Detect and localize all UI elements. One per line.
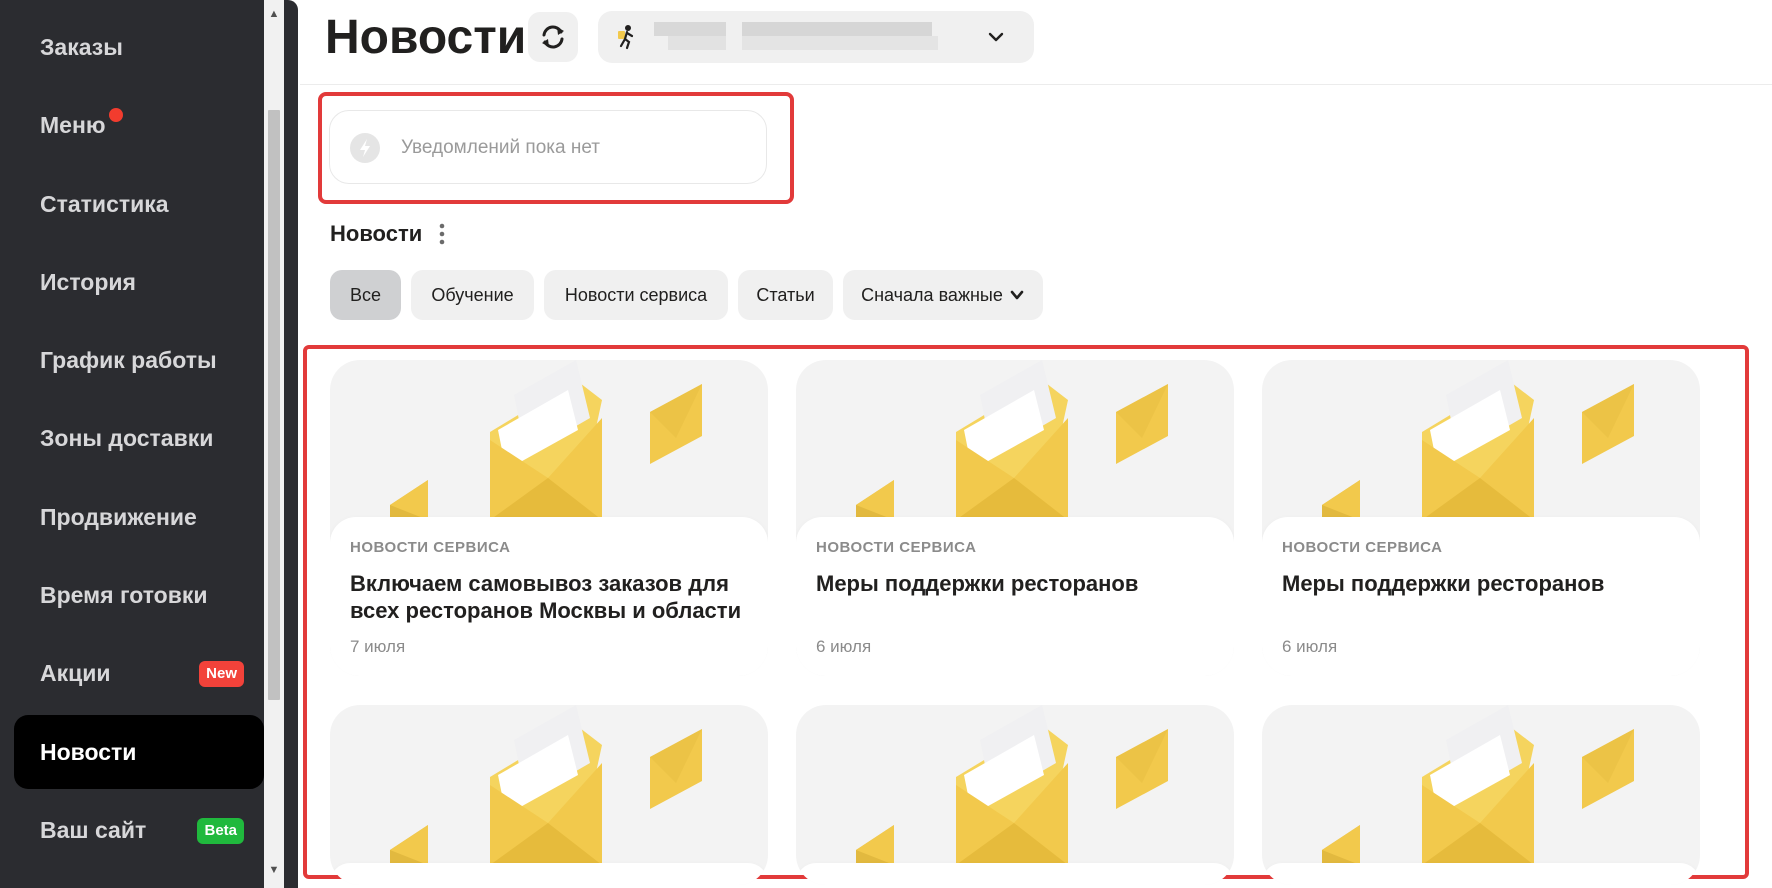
sidebar-item-schedule[interactable]: График работы [14,323,264,397]
sort-dropdown[interactable]: Сначала важные [843,270,1043,320]
sidebar-item-cooking-time[interactable]: Время готовки [14,558,264,632]
news-card-title: Меры поддержки ресторанов [816,571,1139,596]
chevron-down-icon [988,32,1004,42]
page-title: Новости [325,11,527,64]
news-card-date: 6 июля [816,637,872,656]
news-card-title: Меры поддержки ресторанов [1282,571,1605,596]
news-card-date: 6 июля [1282,637,1338,656]
lightning-icon [350,133,380,163]
news-card-body: НОВОСТИ СЕРВИСА Меры поддержки ресторанов… [796,517,1234,676]
envelope-illustration [390,705,702,865]
blurred-text [668,36,726,50]
filter-all[interactable]: Все [330,270,401,320]
filter-articles[interactable]: Статьи [738,270,833,320]
news-card-body: НОВОСТИ СЕРВИСА Включаем самовывоз заказо… [330,517,768,676]
news-card-body: НОВОСТИ СЕРВИСА Меры поддержки ресторанов… [1262,517,1700,676]
app: Заказы Меню Статистика История График ра… [0,0,1772,888]
sidebar-item-promotion[interactable]: Продвижение [14,480,264,554]
envelope-illustration [390,360,702,520]
notifications-panel: Уведомлений пока нет [329,110,767,184]
restaurant-select[interactable] [598,11,1034,63]
refresh-button[interactable] [528,12,578,62]
sidebar-item-your-site[interactable]: Ваш сайт Beta [14,793,264,867]
news-section-title: Новости [330,221,423,246]
news-card-category: НОВОСТИ СЕРВИСА [1282,539,1443,556]
news-card[interactable] [330,705,768,885]
sidebar-item-label: Меню [40,111,106,138]
sidebar-item-label: График работы [40,346,217,373]
notifications-empty-text: Уведомлений пока нет [401,137,600,158]
news-card[interactable] [1262,705,1700,885]
envelope-illustration [856,705,1168,865]
sidebar-item-delivery-zones[interactable]: Зоны доставки [14,401,264,475]
filter-service-news[interactable]: Новости сервиса [544,270,728,320]
sidebar-item-label: Акции [40,659,111,686]
sidebar-item-news[interactable]: Новости [14,715,264,789]
news-card-category: НОВОСТИ СЕРВИСА [350,539,511,556]
sidebar-item-label: Продвижение [40,503,197,530]
sidebar-item-label: Новости [40,738,137,765]
sidebar-item-promos[interactable]: Акции New [14,636,264,710]
chevron-down-icon [1010,290,1024,300]
news-card[interactable]: НОВОСТИ СЕРВИСА Меры поддержки ресторанов… [1262,360,1700,676]
sidebar-item-label: Заказы [40,33,123,60]
sort-label: Сначала важные [861,284,1003,305]
sidebar-item-label: История [40,268,136,295]
sidebar-item-label: Статистика [40,190,169,217]
news-card-body [330,863,768,885]
filter-learning[interactable]: Обучение [411,270,534,320]
blurred-text [742,36,938,50]
sidebar-item-statistics[interactable]: Статистика [14,167,264,241]
news-card-body [1262,863,1700,885]
news-card-date: 7 июля [350,637,406,656]
sidebar-scrollbar[interactable]: ▲ ▼ [264,0,284,888]
news-card[interactable]: НОВОСТИ СЕРВИСА Меры поддержки ресторанов… [796,360,1234,676]
blurred-text [654,22,726,36]
scroll-down-icon[interactable]: ▼ [264,860,284,880]
sidebar-item-menu[interactable]: Меню [14,88,264,162]
more-options-icon[interactable] [436,222,448,246]
scroll-thumb[interactable] [268,110,280,700]
sidebar-item-history[interactable]: История [14,245,264,319]
news-card-body [796,863,1234,885]
news-card-category: НОВОСТИ СЕРВИСА [816,539,977,556]
news-card-title: Включаем самовывоз заказов для всех рест… [350,571,742,623]
scroll-up-icon[interactable]: ▲ [264,4,284,24]
new-badge: New [199,661,244,687]
header: Новости [300,0,1772,85]
envelope-illustration [856,360,1168,520]
notification-dot [108,108,123,122]
beta-badge: Beta [197,818,244,844]
sidebar-item-label: Время готовки [40,581,208,608]
sidebar-item-label: Ваш сайт [40,816,147,843]
refresh-icon [542,25,564,49]
sidebar-item-orders[interactable]: Заказы [14,10,264,84]
envelope-illustration [1322,705,1634,865]
sidebar: Заказы Меню Статистика История График ра… [0,0,298,888]
news-card[interactable] [796,705,1234,885]
blurred-text [742,22,932,36]
courier-icon [618,25,634,50]
sidebar-item-label: Зоны доставки [40,424,214,451]
envelope-illustration [1322,360,1634,520]
news-card[interactable]: НОВОСТИ СЕРВИСА Включаем самовывоз заказо… [330,360,768,676]
